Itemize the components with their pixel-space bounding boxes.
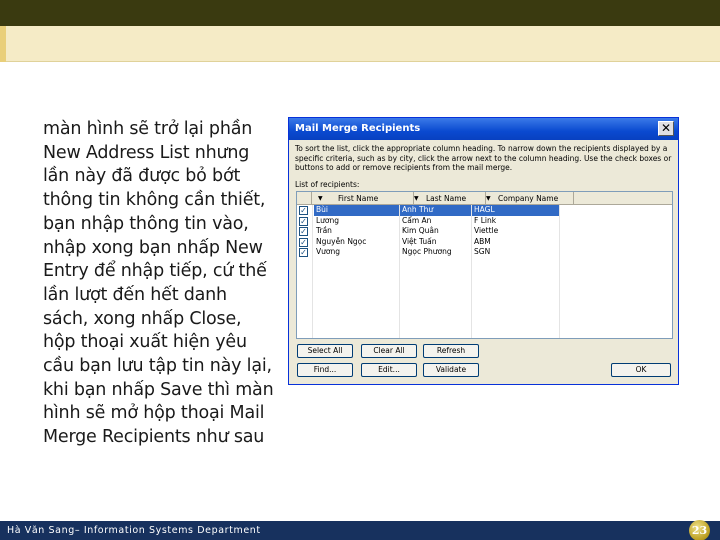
cell-company-name: Viettle <box>474 226 499 235</box>
column-header-label: Company Name <box>498 194 559 203</box>
recipients-list-label: List of recipients: <box>295 180 360 189</box>
recipient-checkbox[interactable]: ✓ <box>299 227 308 236</box>
page-number-badge: 23 <box>689 520 710 540</box>
filter-arrow-icon[interactable]: ▼ <box>486 192 491 205</box>
recipient-checkbox[interactable]: ✓ <box>299 237 308 247</box>
table-row[interactable]: ✓ Trần Kim Quân Viettle <box>297 226 672 237</box>
cell-first-name: Lương <box>316 215 340 225</box>
cell-last-name: Anh Thư <box>400 205 471 216</box>
slide-body-text: màn hình sẽ trở lại phần New Address Lis… <box>43 119 274 448</box>
ok-button[interactable]: OK <box>611 363 671 377</box>
cell-company-name: HAGL <box>472 205 559 216</box>
cell-first-name: Vương <box>316 247 340 256</box>
table-row[interactable]: ✓ Nguyễn Ngọc Việt Tuấn ABM <box>297 237 672 248</box>
filter-arrow-icon[interactable]: ▼ <box>414 192 419 205</box>
refresh-button[interactable]: Refresh <box>423 344 479 358</box>
dialog-title: Mail Merge Recipients <box>295 123 421 134</box>
cell-last-name: Ngọc Phương <box>402 247 452 256</box>
header-checkbox-column <box>297 192 312 205</box>
header-band <box>0 26 720 62</box>
cell-first-name: Trần <box>316 226 332 235</box>
close-button[interactable]: ✕ <box>658 121 674 136</box>
recipients-grid[interactable]: ▼ First Name ▼ Last Name ▼ Company Name … <box>296 191 673 339</box>
column-header-label: Last Name <box>426 194 467 203</box>
recipient-checkbox[interactable]: ✓ <box>299 248 308 257</box>
filter-arrow-icon[interactable]: ▼ <box>318 192 323 205</box>
cell-company-name: SGN <box>474 247 491 256</box>
cell-first-name: Nguyễn Ngọc <box>316 236 367 246</box>
dialog-instructions: To sort the list, click the appropriate … <box>295 144 672 172</box>
table-row[interactable]: ✓ Vương Ngọc Phương SGN <box>297 247 672 258</box>
footer-text: Hà Văn Sang– Information Systems Departm… <box>7 525 261 536</box>
mail-merge-recipients-dialog: Mail Merge Recipients ✕ To sort the list… <box>288 117 679 385</box>
header-band-accent <box>0 26 6 62</box>
top-bar <box>0 0 720 26</box>
recipient-checkbox[interactable]: ✓ <box>299 216 308 226</box>
cell-last-name: Việt Tuấn <box>402 236 437 246</box>
dialog-titlebar[interactable]: Mail Merge Recipients ✕ <box>289 118 678 140</box>
column-header-label: First Name <box>338 194 379 203</box>
column-header-company-name[interactable]: ▼ Company Name <box>486 192 574 205</box>
cell-last-name: Cẩm An <box>402 215 432 225</box>
cell-company-name: ABM <box>474 236 491 246</box>
cell-company-name: F Link <box>474 215 497 225</box>
column-header-first-name[interactable]: ▼ First Name <box>312 192 414 205</box>
column-header-last-name[interactable]: ▼ Last Name <box>414 192 486 205</box>
table-row[interactable]: ✓ Lương Cẩm An F Link <box>297 216 672 227</box>
close-icon: ✕ <box>660 121 672 135</box>
select-all-button[interactable]: Select All <box>297 344 353 358</box>
clear-all-button[interactable]: Clear All <box>361 344 417 358</box>
footer-bar: Hà Văn Sang– Information Systems Departm… <box>0 521 720 540</box>
edit-button[interactable]: Edit... <box>361 363 417 377</box>
recipient-checkbox[interactable]: ✓ <box>299 206 308 215</box>
cell-first-name: Bùi <box>314 205 399 216</box>
column-header-empty <box>574 192 672 205</box>
cell-last-name: Kim Quân <box>402 226 439 235</box>
table-row[interactable]: ✓ Bùi Anh Thư HAGL <box>297 205 672 216</box>
find-button[interactable]: Find... <box>297 363 353 377</box>
validate-button[interactable]: Validate <box>423 363 479 377</box>
